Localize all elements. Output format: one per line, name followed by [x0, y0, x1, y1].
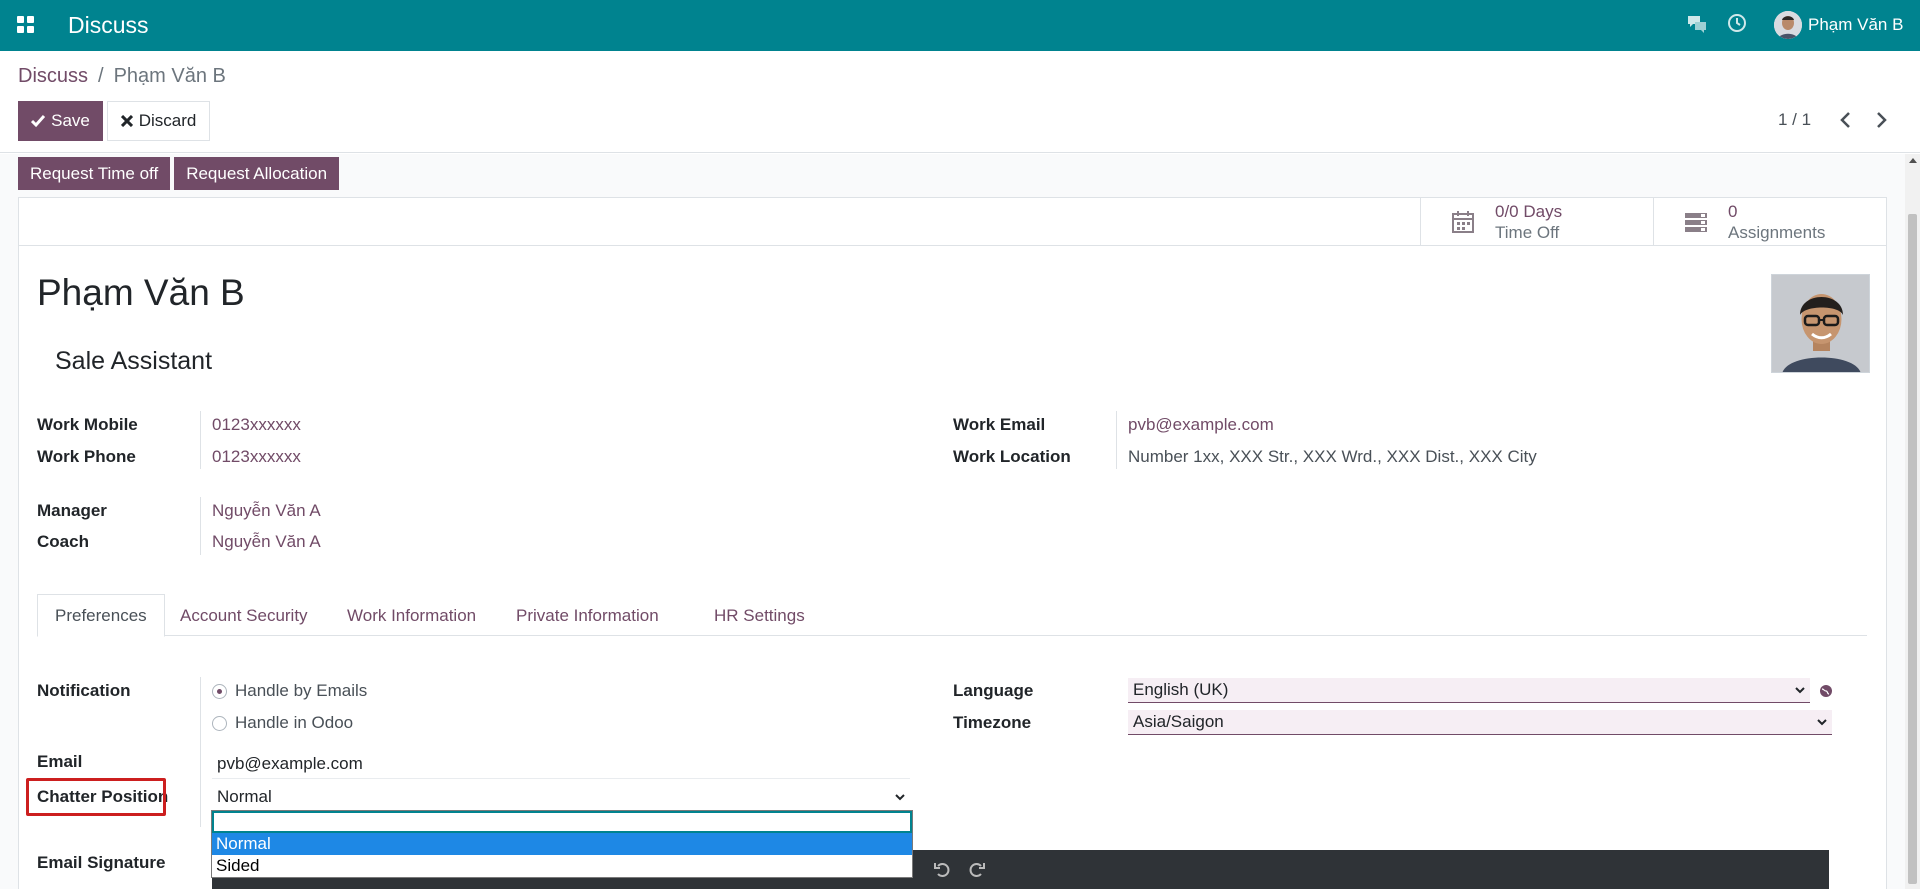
server-icon	[1685, 213, 1707, 232]
time-off-stat-button[interactable]: 0/0 Days Time Off	[1420, 198, 1653, 246]
chatter-position-select[interactable]: Normal	[212, 782, 910, 812]
chatter-position-value: Normal	[217, 786, 272, 806]
radio-label: Handle by Emails	[235, 681, 368, 700]
email-label: Email	[37, 752, 83, 771]
time-off-value: 0/0 Days	[1495, 202, 1563, 221]
tab-private-information[interactable]: Private Information	[499, 594, 676, 637]
email-signature-label: Email Signature	[37, 853, 166, 872]
coach-label: Coach	[37, 532, 89, 551]
highlight-annotation	[26, 778, 166, 816]
radio-checked-icon	[212, 683, 227, 699]
button-box: 0/0 Days Time Off 0 Assignments	[19, 198, 1886, 246]
email-field[interactable]: pvb@example.com	[212, 749, 910, 779]
breadcrumb-separator: /	[98, 65, 104, 87]
scroll-up-arrow-icon[interactable]	[1909, 158, 1917, 163]
dropdown-option-sided[interactable]: Sided	[212, 855, 912, 877]
work-mobile-value[interactable]: 0123xxxxxx	[212, 415, 301, 435]
chat-icon[interactable]	[1686, 14, 1708, 34]
apps-menu-icon[interactable]	[17, 16, 34, 33]
request-time-off-button[interactable]: Request Time off	[18, 157, 171, 190]
work-mobile-label: Work Mobile	[37, 415, 138, 434]
breadcrumb-discuss[interactable]: Discuss	[18, 65, 88, 88]
pager-value[interactable]: 1 / 1	[1778, 110, 1811, 130]
tab-work-information[interactable]: Work Information	[330, 594, 493, 637]
chevron-down-icon	[895, 794, 905, 801]
assignments-stat-button[interactable]: 0 Assignments	[1653, 198, 1886, 246]
language-label: Language	[953, 681, 1034, 700]
tab-account-security[interactable]: Account Security	[163, 594, 325, 637]
undo-icon[interactable]	[932, 860, 952, 880]
check-icon	[31, 115, 46, 128]
employee-name[interactable]: Phạm Văn B	[37, 272, 245, 314]
radio-handle-in-odoo[interactable]: Handle in Odoo	[212, 713, 353, 733]
discard-button[interactable]: Discard	[107, 101, 210, 141]
notebook-tabs: Preferences Account Security Work Inform…	[37, 594, 1867, 637]
dropdown-option-normal[interactable]: Normal	[212, 833, 912, 855]
field-separator	[1116, 411, 1117, 469]
assignments-value: 0	[1728, 202, 1738, 221]
scroll-thumb[interactable]	[1908, 214, 1917, 884]
close-icon	[120, 115, 133, 127]
notification-label: Notification	[37, 681, 131, 700]
work-email-value[interactable]: pvb@example.com	[1128, 415, 1274, 435]
breadcrumb-current: Phạm Văn B	[113, 65, 226, 87]
field-separator	[200, 677, 201, 827]
language-select[interactable]: English (UK)	[1128, 678, 1810, 703]
tab-preferences[interactable]: Preferences	[37, 594, 165, 637]
radio-label: Handle in Odoo	[235, 713, 354, 732]
tab-hr-settings[interactable]: HR Settings	[697, 594, 822, 637]
work-email-label: Work Email	[953, 415, 1046, 434]
employee-job-title[interactable]: Sale Assistant	[55, 347, 212, 376]
chevron-left-icon[interactable]	[1835, 109, 1857, 131]
dropdown-empty-option[interactable]	[212, 811, 912, 833]
breadcrumb: Discuss / Phạm Văn B	[18, 65, 226, 88]
work-phone-label: Work Phone	[37, 447, 136, 466]
coach-value[interactable]: Nguyễn Văn A	[212, 532, 321, 552]
work-location-value[interactable]: Number 1xx, XXX Str., XXX Wrd., XXX Dist…	[1128, 447, 1537, 467]
field-separator	[200, 411, 201, 469]
discard-label: Discard	[138, 111, 197, 130]
user-name: Phạm Văn B	[1808, 15, 1904, 34]
assignments-label: Assignments	[1728, 223, 1826, 242]
chevron-down-icon	[1795, 687, 1805, 694]
save-label: Save	[51, 111, 90, 130]
globe-icon[interactable]	[1819, 684, 1833, 698]
manager-value[interactable]: Nguyễn Văn A	[212, 501, 321, 521]
time-off-label: Time Off	[1495, 223, 1560, 242]
work-phone-value[interactable]: 0123xxxxxx	[212, 447, 301, 467]
timezone-label: Timezone	[953, 713, 1032, 732]
employee-photo[interactable]	[1771, 274, 1870, 373]
header-buttons: Request Time off Request Allocation	[18, 157, 340, 190]
radio-handle-by-emails[interactable]: Handle by Emails	[212, 681, 367, 701]
chevron-right-icon[interactable]	[1870, 109, 1892, 131]
radio-unchecked-icon	[212, 715, 227, 731]
manager-label: Manager	[37, 501, 107, 520]
field-separator	[200, 497, 201, 555]
activity-clock-icon[interactable]	[1727, 13, 1747, 33]
timezone-value: Asia/Saigon	[1133, 712, 1224, 731]
save-button[interactable]: Save	[18, 101, 103, 141]
user-menu[interactable]: Phạm Văn B	[1774, 11, 1903, 39]
control-panel: Discuss / Phạm Văn B Save Discard 1 / 1	[0, 51, 1920, 153]
user-avatar	[1774, 11, 1802, 39]
request-allocation-button[interactable]: Request Allocation	[174, 157, 340, 190]
calendar-icon	[1452, 211, 1474, 233]
top-navbar: Discuss Phạm Văn B	[0, 0, 1920, 51]
chatter-position-dropdown: Normal Sided	[211, 810, 913, 878]
form-sheet: 0/0 Days Time Off 0 Assignments Phạm Văn…	[18, 197, 1887, 889]
work-location-label: Work Location	[953, 447, 1071, 466]
redo-icon[interactable]	[967, 860, 987, 880]
language-value: English (UK)	[1133, 680, 1229, 699]
app-title[interactable]: Discuss	[68, 12, 149, 39]
chevron-down-icon	[1817, 719, 1827, 726]
timezone-select[interactable]: Asia/Saigon	[1128, 710, 1832, 735]
vertical-scrollbar[interactable]	[1905, 154, 1920, 889]
